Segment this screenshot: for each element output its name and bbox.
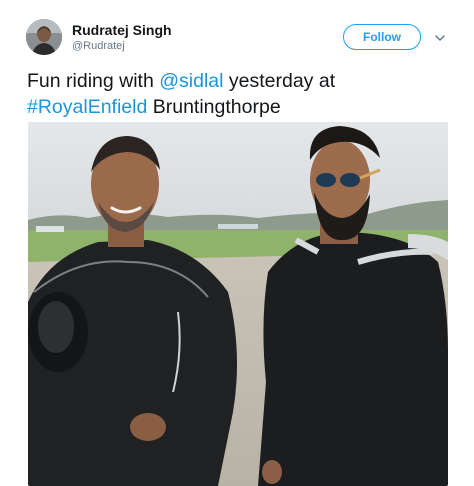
tweet-text: Fun riding with @sidlal yesterday at #Roy… — [27, 68, 447, 120]
tweet-card: Rudratej Singh @Rudratej Follow Fun ridi… — [0, 0, 474, 486]
tweet-text-prefix: Fun riding with — [27, 70, 160, 92]
tweet-header: Rudratej Singh @Rudratej Follow — [0, 0, 474, 60]
user-handle[interactable]: @Rudratej — [72, 40, 125, 52]
avatar[interactable] — [26, 19, 62, 55]
follow-button[interactable]: Follow — [343, 24, 421, 50]
photo-image — [28, 122, 448, 486]
mention-link[interactable]: @sidlal — [159, 70, 223, 92]
avatar-image — [26, 19, 62, 55]
display-name[interactable]: Rudratej Singh — [72, 22, 172, 38]
chevron-down-icon[interactable] — [434, 31, 446, 43]
tweet-photo[interactable] — [28, 122, 448, 486]
tweet-text-suffix: Bruntingthorpe — [147, 96, 281, 118]
tweet-text-middle: yesterday at — [223, 70, 336, 92]
hashtag-link[interactable]: #RoyalEnfield — [27, 96, 147, 118]
